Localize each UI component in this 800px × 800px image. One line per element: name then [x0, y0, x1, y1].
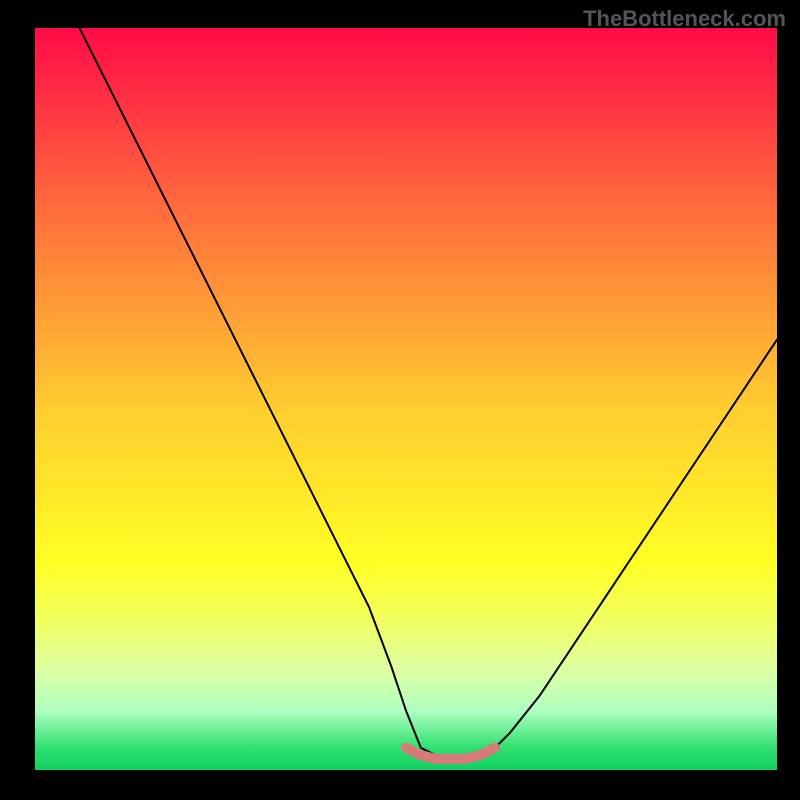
watermark-label: TheBottleneck.com — [583, 6, 786, 32]
bottleneck-minimum-band — [406, 748, 495, 759]
chart-plot-area — [35, 28, 777, 770]
chart-svg — [35, 28, 777, 770]
bottleneck-curve — [80, 28, 777, 759]
